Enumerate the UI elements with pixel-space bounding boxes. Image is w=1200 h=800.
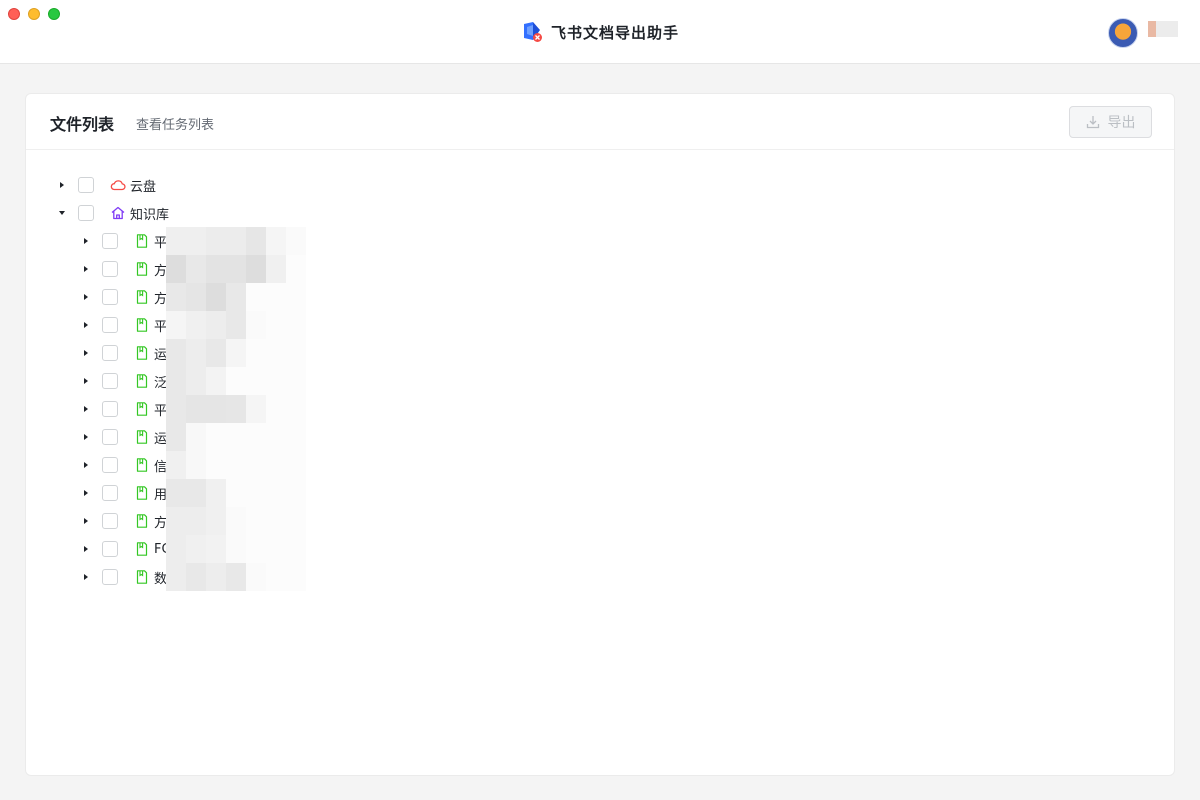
tree-node-document[interactable]: FC: [78, 535, 171, 563]
tree-checkbox[interactable]: [102, 485, 118, 501]
tree-node-document[interactable]: 用: [78, 479, 167, 507]
document-icon: [134, 513, 150, 529]
expand-caret-icon[interactable]: [78, 569, 94, 585]
document-icon: [134, 429, 150, 445]
title-bar: 飞书文档导出助手: [0, 0, 1200, 64]
collapse-caret-icon[interactable]: [54, 205, 70, 221]
tree-checkbox[interactable]: [102, 569, 118, 585]
tree-node-label: 云盘: [130, 179, 157, 195]
tree-node-knowledge-base[interactable]: 知识库: [54, 199, 169, 227]
document-icon: [134, 401, 150, 417]
tree-checkbox[interactable]: [102, 401, 118, 417]
tree-checkbox[interactable]: [102, 233, 118, 249]
document-icon: [134, 373, 150, 389]
tab-file-list[interactable]: 文件列表: [50, 111, 114, 135]
app-title: 飞书文档导出助手: [550, 23, 679, 42]
tree-node-document[interactable]: 平: [78, 395, 167, 423]
document-icon: [134, 317, 150, 333]
tree-checkbox[interactable]: [102, 541, 118, 557]
home-icon: [110, 205, 126, 221]
tree-node-document[interactable]: 信: [78, 451, 167, 479]
cloud-icon: [110, 177, 126, 193]
expand-caret-icon[interactable]: [78, 345, 94, 361]
expand-caret-icon[interactable]: [78, 261, 94, 277]
download-icon: [1086, 116, 1099, 129]
document-icon: [134, 541, 150, 557]
expand-caret-icon[interactable]: [78, 233, 94, 249]
export-button[interactable]: 导出: [1069, 106, 1152, 138]
document-icon: [134, 289, 150, 305]
expand-caret-icon[interactable]: [54, 177, 70, 193]
tree-checkbox[interactable]: [102, 513, 118, 529]
expand-caret-icon[interactable]: [78, 317, 94, 333]
tree-checkbox[interactable]: [102, 261, 118, 277]
expand-caret-icon[interactable]: [78, 457, 94, 473]
tree-node-document[interactable]: 数: [78, 563, 167, 591]
tree-checkbox[interactable]: [102, 289, 118, 305]
expand-caret-icon[interactable]: [78, 429, 94, 445]
tree-node-document[interactable]: 方: [78, 255, 167, 283]
export-button-label: 导出: [1107, 115, 1136, 131]
tree-node-document[interactable]: 平: [78, 311, 167, 339]
panel-header: 文件列表 查看任务列表 导出: [26, 94, 1174, 150]
tree-checkbox[interactable]: [78, 177, 94, 193]
tree-node-document[interactable]: 方: [78, 507, 167, 535]
redacted-titles-mosaic: [166, 227, 316, 592]
tree-node-document[interactable]: 平: [78, 227, 167, 255]
feishu-doc-export-logo-icon: [523, 22, 542, 42]
tree-node-label: 知识库: [130, 207, 170, 223]
document-icon: [134, 233, 150, 249]
tree-checkbox[interactable]: [78, 205, 94, 221]
tree-checkbox[interactable]: [102, 429, 118, 445]
tab-task-list[interactable]: 查看任务列表: [136, 114, 214, 133]
expand-caret-icon[interactable]: [78, 541, 94, 557]
document-icon: [134, 345, 150, 361]
expand-caret-icon[interactable]: [78, 373, 94, 389]
expand-caret-icon[interactable]: [78, 401, 94, 417]
tree-node-document[interactable]: 运: [78, 423, 167, 451]
app-title-group: 飞书文档导出助手: [0, 0, 1200, 64]
expand-caret-icon[interactable]: [78, 485, 94, 501]
tree-checkbox[interactable]: [102, 345, 118, 361]
expand-caret-icon[interactable]: [78, 289, 94, 305]
user-avatar[interactable]: [1108, 18, 1138, 48]
document-icon: [134, 261, 150, 277]
tree-checkbox[interactable]: [102, 457, 118, 473]
tree-node-cloud-drive[interactable]: 云盘: [54, 171, 156, 199]
document-icon: [134, 569, 150, 585]
tree-node-document[interactable]: 运: [78, 339, 167, 367]
tree-node-document[interactable]: 方: [78, 283, 167, 311]
tree-checkbox[interactable]: [102, 373, 118, 389]
tree-checkbox[interactable]: [102, 317, 118, 333]
user-name-redacted: [1148, 21, 1178, 37]
expand-caret-icon[interactable]: [78, 513, 94, 529]
document-icon: [134, 485, 150, 501]
tree-node-document[interactable]: 泛: [78, 367, 167, 395]
document-icon: [134, 457, 150, 473]
app-window: 飞书文档导出助手 文件列表 查看任务列表 导出 云盘 知识库 平 方 方 平 运…: [0, 0, 1200, 800]
